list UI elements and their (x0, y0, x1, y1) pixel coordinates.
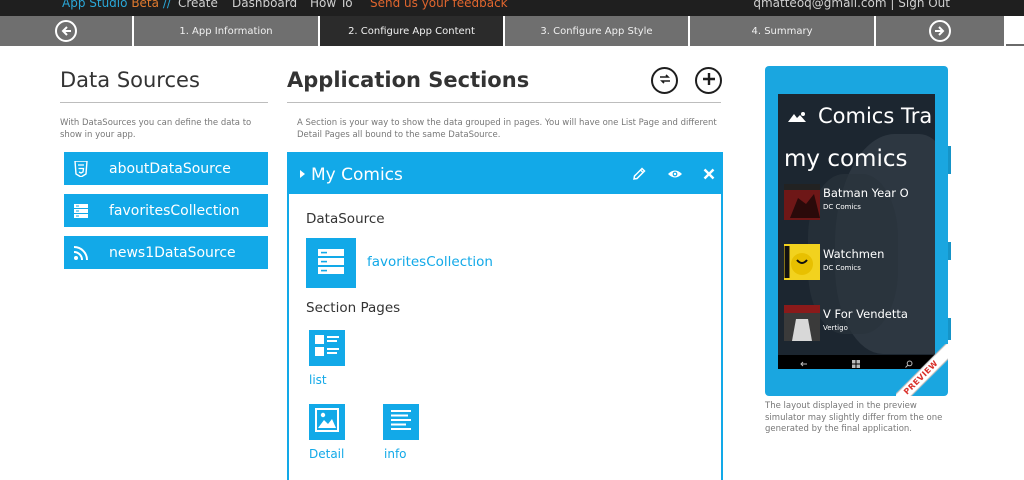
user-email[interactable]: qmatteoq@gmail.com (753, 0, 886, 10)
html5-icon (64, 152, 98, 185)
nav-create-link[interactable]: Create (178, 0, 218, 10)
comic-cover-vendetta[interactable] (784, 305, 820, 341)
preview-app-title: Comics Tra (818, 104, 933, 128)
datasource-item-favorites[interactable]: favoritesCollection (64, 194, 268, 227)
preview-eye-icon[interactable] (666, 165, 684, 183)
preview-section-title: my comics (784, 146, 908, 172)
list-page-icon (314, 333, 340, 363)
data-sources-title: Data Sources (60, 68, 200, 92)
preview-ribbon: PREVIEW (896, 344, 948, 396)
arrow-right-icon (929, 20, 951, 42)
nav-howto-link[interactable]: How To (310, 0, 353, 10)
preview-ribbon-band: PREVIEW (896, 344, 948, 396)
data-sources-description: With DataSources you can define the data… (60, 118, 252, 140)
page-tile-list[interactable] (309, 330, 345, 366)
page-tile-info[interactable] (383, 404, 419, 440)
page-label-detail[interactable]: Detail (309, 447, 344, 461)
application-sections-description: A Section is your way to show the data g… (297, 118, 717, 140)
section-card: My Comics DataSource favoritesCollection… (287, 152, 723, 480)
datasource-item-label: news1DataSource (109, 244, 236, 261)
preview-item-title: Batman Year O (823, 186, 909, 200)
feedback-link[interactable]: Send us your feedback (370, 0, 508, 10)
preview-item-publisher: DC Comics (823, 264, 861, 272)
page-label-info[interactable]: info (384, 447, 407, 461)
data-sources-divider (60, 102, 268, 103)
reorder-sections-button[interactable] (651, 67, 678, 94)
page-tile-detail[interactable] (309, 404, 345, 440)
app-studio-logo[interactable]: App Studio Beta // (62, 0, 171, 10)
datasource-item-label: aboutDataSource (109, 160, 231, 177)
plus-icon (702, 71, 716, 90)
application-sections-divider (287, 102, 721, 103)
rss-icon (64, 236, 98, 269)
top-nav: App Studio Beta // Create Dashboard How … (0, 0, 1024, 16)
section-name: My Comics (311, 165, 403, 185)
preview-item-title: Watchmen (823, 247, 885, 261)
preview-item-publisher: DC Comics (823, 203, 861, 211)
phone-camera-button (948, 318, 951, 340)
nav-separator: | (890, 0, 895, 10)
phone-screen: Comics Tra my comics Batman Year O DC Co… (778, 94, 935, 369)
beta-label: Beta (131, 0, 159, 10)
user-area: qmatteoq@gmail.com | Sign Out (753, 0, 950, 10)
nav-dashboard-link[interactable]: Dashboard (232, 0, 297, 10)
step-configure-app-style[interactable]: 3. Configure App Style (505, 16, 690, 46)
arrow-left-icon (55, 20, 77, 42)
edit-pencil-icon[interactable] (630, 165, 648, 183)
phone-preview: Comics Tra my comics Batman Year O DC Co… (765, 66, 951, 396)
image-page-icon (314, 407, 340, 437)
app-logo-icon (786, 110, 808, 130)
comic-cover-watchmen[interactable] (784, 244, 820, 280)
database-icon (64, 194, 98, 227)
datasource-item-label: favoritesCollection (109, 202, 240, 219)
datasource-item-about[interactable]: aboutDataSource (64, 152, 268, 185)
preview-ribbon-label: PREVIEW (902, 358, 940, 396)
section-header[interactable]: My Comics (289, 154, 721, 194)
wizard-steps: 1. App Information 2. Configure App Cont… (0, 16, 1024, 46)
sign-out-link[interactable]: Sign Out (898, 0, 950, 10)
windows-logo-icon (852, 353, 861, 372)
next-step-button[interactable] (876, 16, 1006, 46)
add-section-button[interactable] (695, 67, 722, 94)
datasource-label: DataSource (306, 211, 385, 227)
brand-slash: // (162, 0, 171, 10)
back-arrow-icon (800, 353, 808, 372)
preview-item-publisher: Vertigo (823, 324, 848, 332)
comic-cover-batman[interactable] (784, 184, 820, 220)
section-datasource-tile[interactable] (306, 238, 356, 288)
close-icon[interactable] (700, 165, 718, 183)
swap-icon (658, 71, 672, 90)
preview-item-title: V For Vendetta (823, 307, 908, 321)
text-page-icon (388, 407, 414, 437)
database-icon (317, 247, 345, 279)
section-pages-label: Section Pages (306, 300, 401, 316)
datasource-item-news[interactable]: news1DataSource (64, 236, 268, 269)
page-label-list[interactable]: list (309, 373, 327, 387)
step-configure-app-content[interactable]: 2. Configure App Content (320, 16, 505, 46)
preview-note: The layout displayed in the preview simu… (765, 401, 943, 434)
phone-power-button (948, 242, 951, 260)
brand-name: App Studio (62, 0, 128, 10)
phone-volume-button (948, 146, 951, 174)
step-summary[interactable]: 4. Summary (690, 16, 876, 46)
section-datasource-name[interactable]: favoritesCollection (367, 254, 493, 270)
application-sections-title: Application Sections (287, 68, 530, 92)
step-app-information[interactable]: 1. App Information (134, 16, 320, 46)
back-step-button[interactable] (0, 16, 134, 46)
caret-right-icon[interactable] (300, 170, 305, 178)
